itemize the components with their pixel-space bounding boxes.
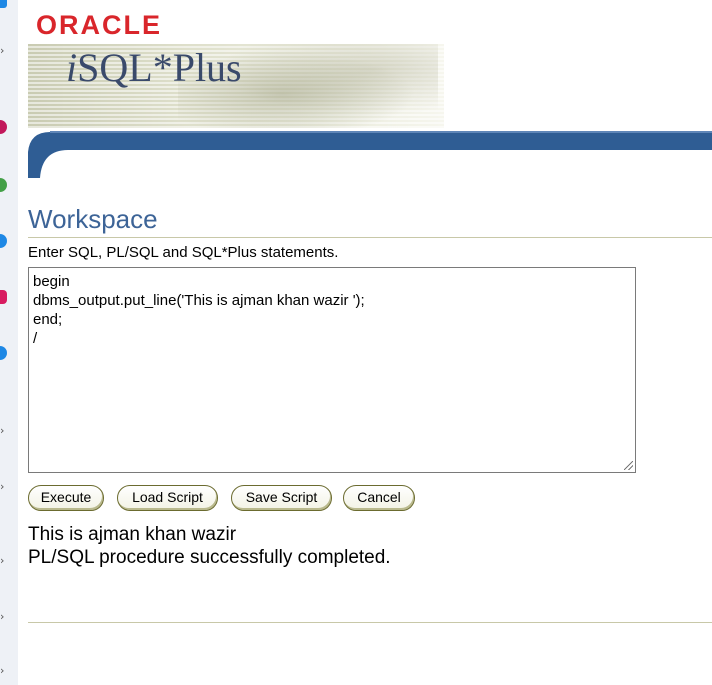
app-title: iSQL*Plus [66,44,242,91]
sql-input[interactable]: begin dbms_output.put_line('This is ajma… [28,267,636,473]
sql-line: begin [33,273,70,290]
chevron-icon[interactable]: › [0,610,4,623]
browser-sidebar-strip: › › › › › › [0,0,18,685]
app-title-prefix: i [66,45,78,90]
output-line: PL/SQL procedure successfully completed. [28,547,391,568]
resize-handle[interactable] [624,461,633,470]
execute-button[interactable]: Execute [28,485,104,511]
instructions-label: Enter SQL, PL/SQL and SQL*Plus statement… [28,244,339,261]
chevron-icon[interactable]: › [0,480,4,493]
chevron-icon[interactable]: › [0,424,4,437]
chevron-icon[interactable]: › [0,554,4,567]
app-icon[interactable] [0,0,7,8]
load-script-button[interactable]: Load Script [117,485,218,511]
cancel-button[interactable]: Cancel [343,485,415,511]
app-icon[interactable] [0,178,7,192]
app-title-name: SQL*Plus [77,45,242,90]
page-title: Workspace [28,204,158,234]
sql-line: / [33,330,38,347]
output-line: This is ajman khan wazir [28,524,237,545]
oracle-logo: ORACLE [36,10,162,40]
chevron-icon[interactable]: › [0,44,4,57]
chevron-icon[interactable]: › [0,664,4,677]
title-divider [28,237,712,238]
app-icon[interactable] [0,346,7,360]
sql-line: end; [33,311,63,328]
app-icon[interactable] [0,290,7,304]
bottom-divider [28,622,712,623]
header-blue-bar [28,131,712,178]
sql-line: dbms_output.put_line('This is ajman khan… [33,292,365,309]
save-script-button[interactable]: Save Script [231,485,332,511]
app-icon[interactable] [0,234,7,248]
app-icon[interactable] [0,120,7,134]
